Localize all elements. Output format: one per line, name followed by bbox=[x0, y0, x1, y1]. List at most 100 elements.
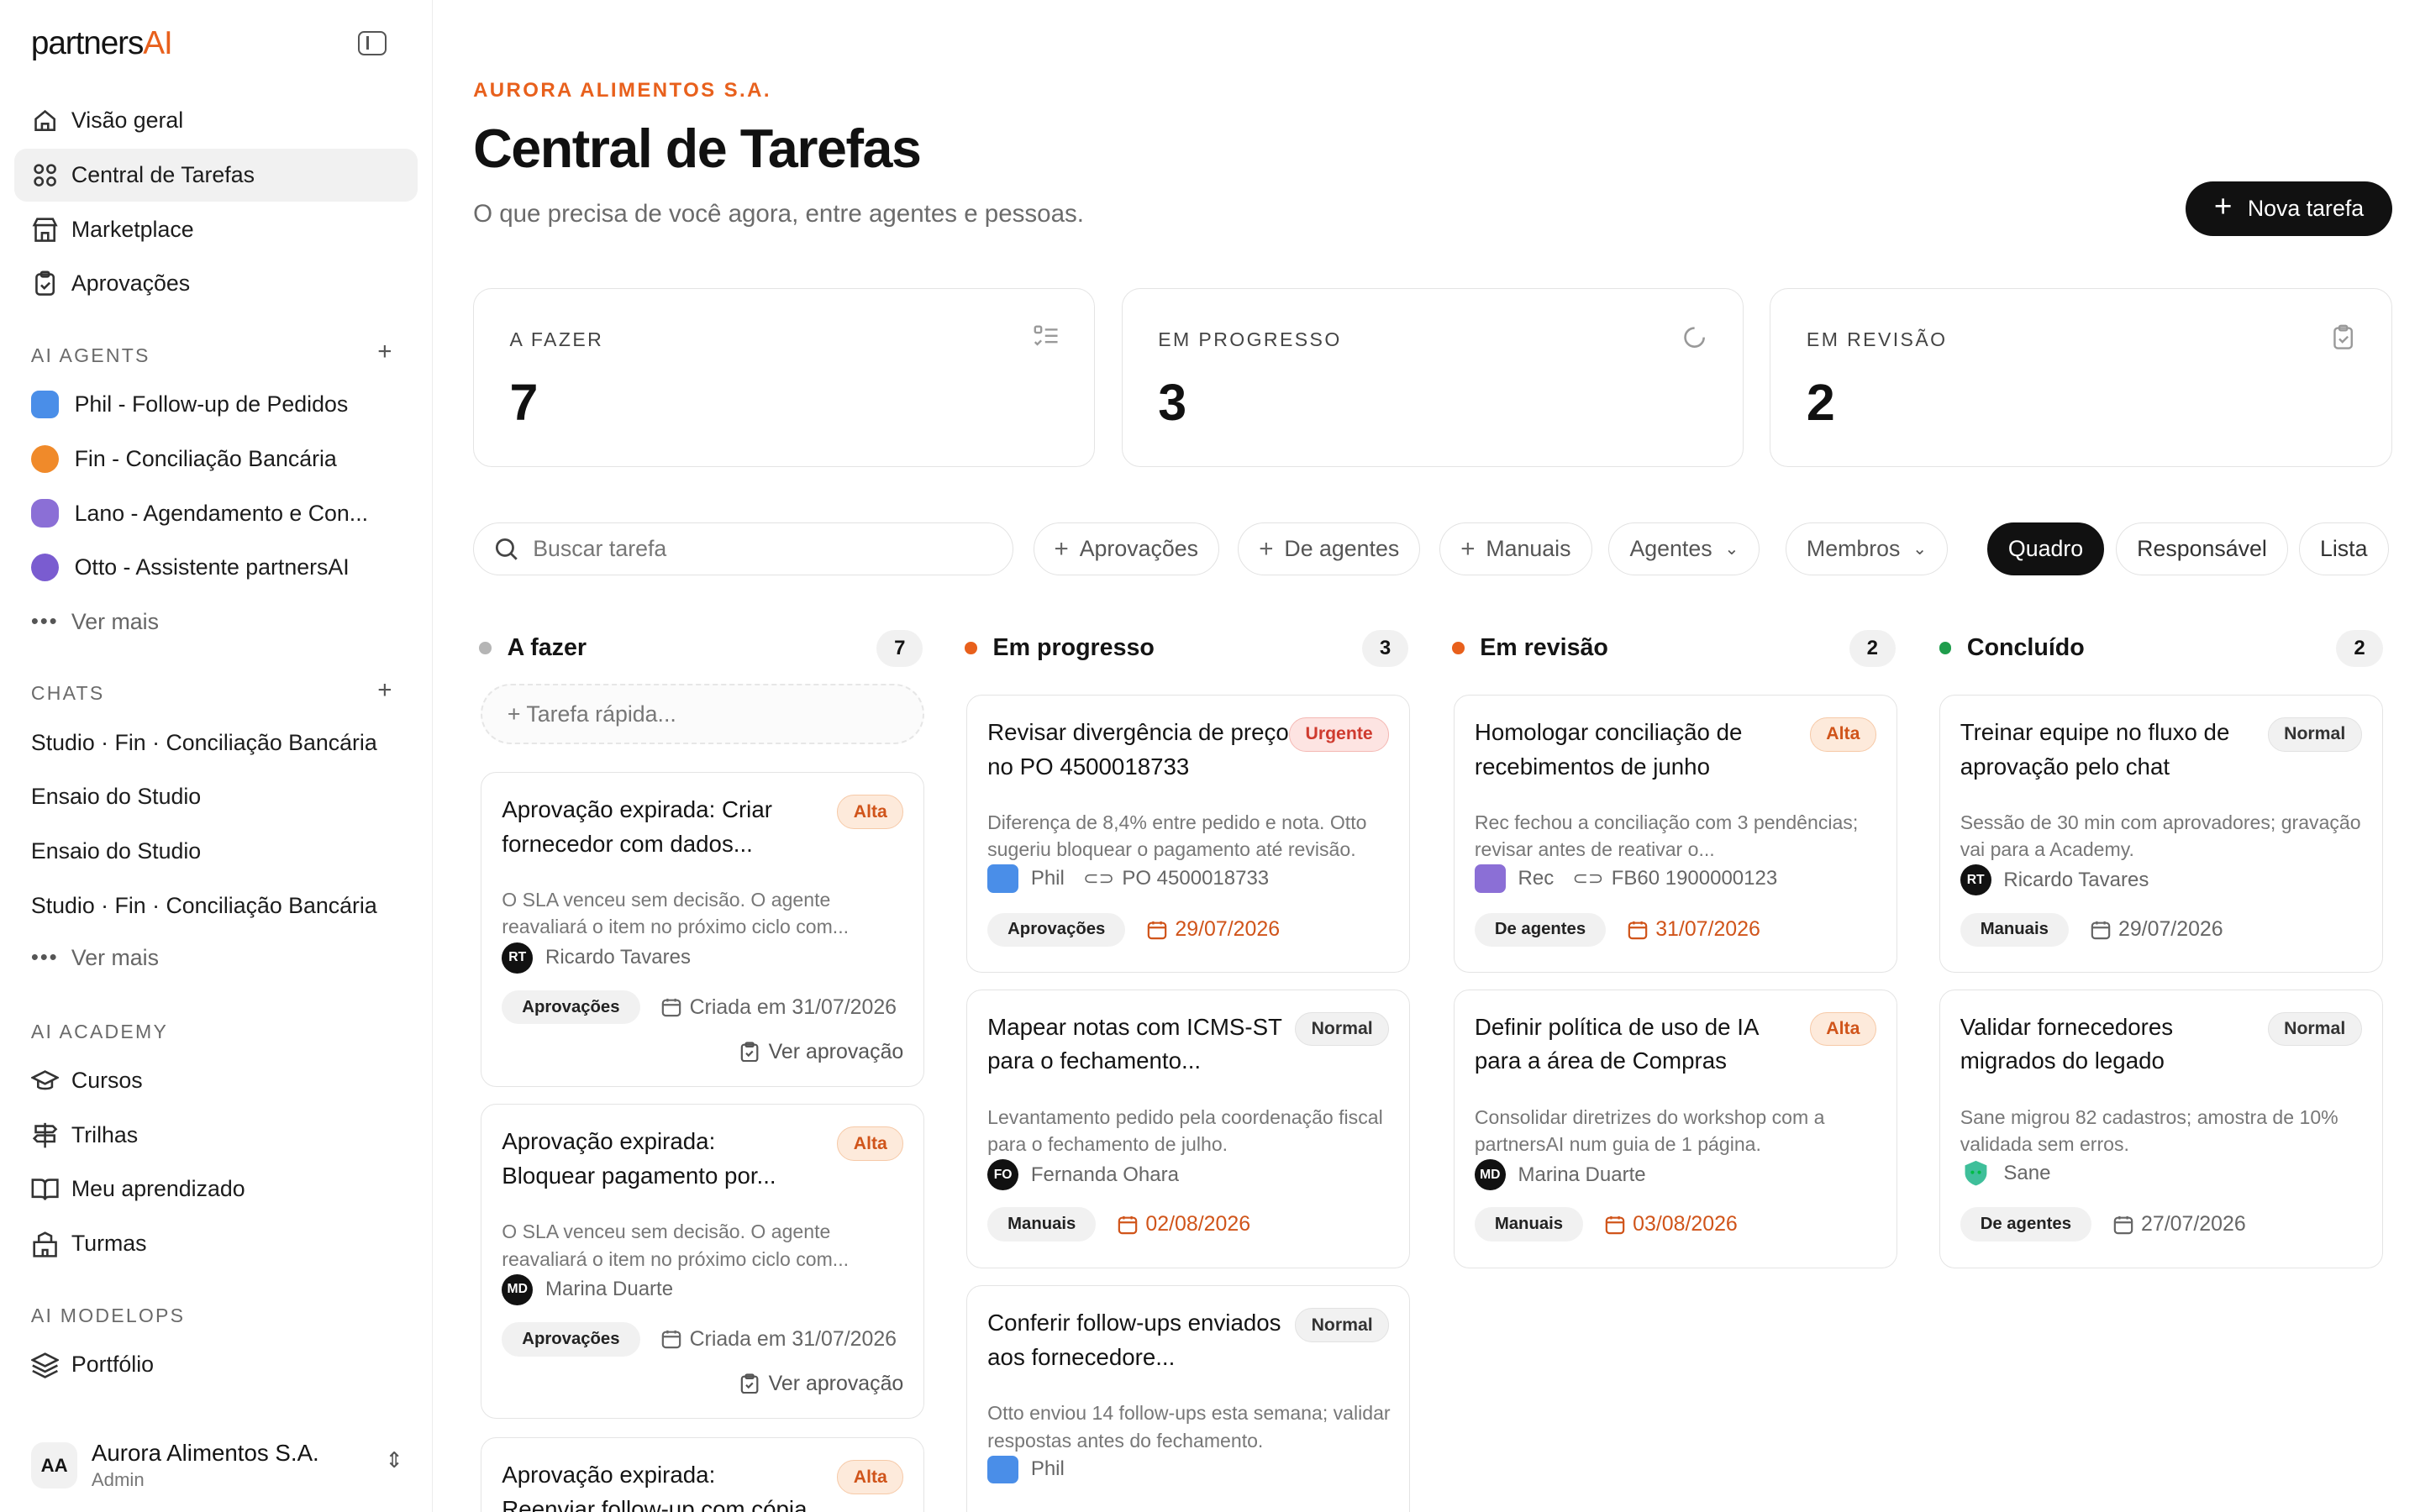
nav-label: Visão geral bbox=[71, 108, 184, 134]
nav-item-approvals[interactable]: Aprovações bbox=[14, 257, 418, 310]
nav-item-portfolio[interactable]: Portfólio bbox=[14, 1338, 418, 1391]
avatar: FO bbox=[987, 1159, 1019, 1190]
task-meta: Manuais 03/08/2026 bbox=[1474, 1207, 1738, 1242]
more-dots-icon: ••• bbox=[30, 609, 59, 633]
task-card[interactable]: Aprovação expirada: Bloquear pagamento p… bbox=[481, 1104, 925, 1420]
task-description: Sane migrou 82 cadastros; amostra de 10%… bbox=[1960, 1105, 2338, 1155]
filter-chip-approvals[interactable]: + Aprovações bbox=[1033, 522, 1219, 575]
stat-label: A FAZER bbox=[509, 328, 604, 350]
column-title: Concluído bbox=[1966, 634, 2085, 662]
avatar: RT bbox=[1960, 864, 1991, 896]
priority-badge: Normal bbox=[2267, 1011, 2362, 1047]
chat-item[interactable]: Ensaio do Studio bbox=[14, 771, 418, 824]
chat-item[interactable]: Studio · Fin · Conciliação Bancária bbox=[14, 717, 418, 769]
view-assignee-button[interactable]: Responsável bbox=[2116, 522, 2288, 575]
priority-badge: Normal bbox=[2267, 717, 2362, 752]
agent-label: Otto - Assistente partnersAI bbox=[74, 554, 350, 580]
sidebar-toggle-icon[interactable] bbox=[358, 30, 387, 56]
link-icon: ⊂⊃ bbox=[1083, 867, 1115, 889]
task-card[interactable]: Conferir follow-ups enviados aos fornece… bbox=[966, 1285, 1411, 1512]
stat-label: EM REVISÃO bbox=[1806, 328, 1948, 350]
graduation-cap-icon bbox=[30, 1070, 60, 1090]
nav-label: Marketplace bbox=[71, 216, 194, 242]
page-subtitle: O que precisa de você agora, entre agent… bbox=[473, 200, 1084, 228]
assignee-name: Ricardo Tavares bbox=[544, 946, 691, 969]
task-date: 29/07/2026 bbox=[1147, 917, 1280, 942]
org-switcher[interactable]: AA Aurora Alimentos S.A. Admin ⇕ bbox=[30, 1435, 403, 1497]
task-meta: De agentes 27/07/2026 bbox=[1960, 1207, 2246, 1242]
stat-value: 2 bbox=[1806, 374, 1835, 432]
chat-item[interactable]: Ensaio do Studio bbox=[14, 825, 418, 878]
task-card[interactable]: Treinar equipe no fluxo de aprovação pel… bbox=[1939, 695, 2383, 973]
quick-add-task-input[interactable]: + Tarefa rápida... bbox=[481, 684, 925, 745]
agent-item-phil[interactable]: Phil - Follow-up de Pedidos bbox=[14, 378, 418, 431]
view-approval-link[interactable]: Ver aprovação bbox=[740, 1372, 903, 1396]
robot-icon bbox=[30, 499, 60, 528]
add-agent-button[interactable]: + bbox=[372, 338, 397, 366]
task-card[interactable]: Homologar conciliação de recebimentos de… bbox=[1453, 695, 1897, 973]
robot-icon bbox=[30, 444, 60, 474]
nav-item-courses[interactable]: Cursos bbox=[14, 1054, 418, 1107]
view-board-button[interactable]: Quadro bbox=[1986, 522, 2105, 575]
stat-card-in-progress: EM PROGRESSO 3 bbox=[1121, 288, 1744, 467]
task-card[interactable]: Definir política de uso de IA para a áre… bbox=[1453, 989, 1897, 1269]
nav-item-marketplace[interactable]: Marketplace bbox=[14, 203, 418, 256]
filter-chip-from-agents[interactable]: + De agentes bbox=[1238, 522, 1421, 575]
column-title: A fazer bbox=[507, 634, 587, 662]
app-logo[interactable]: partnersAI bbox=[31, 25, 173, 62]
status-dot bbox=[965, 642, 978, 655]
task-card[interactable]: Validar fornecedores migrados do legado … bbox=[1939, 989, 2383, 1269]
task-title: Aprovação expirada: Reenviar follow-up c… bbox=[502, 1462, 808, 1512]
search-placeholder: Buscar tarefa bbox=[533, 536, 667, 562]
column-title: Em revisão bbox=[1480, 634, 1608, 662]
nav-item-overview[interactable]: Visão geral bbox=[14, 95, 418, 148]
plus-icon: + bbox=[2213, 189, 2233, 224]
task-assignee: Sane bbox=[1960, 1159, 2050, 1187]
column-count: 2 bbox=[1849, 629, 1896, 667]
nav-item-task-center[interactable]: Central de Tarefas bbox=[13, 149, 418, 202]
view-approval-link[interactable]: Ver aprovação bbox=[740, 1040, 903, 1064]
agent-item-lano[interactable]: Lano - Agendamento e Con... bbox=[14, 487, 418, 540]
task-title: Treinar equipe no fluxo de aprovação pel… bbox=[1960, 719, 2230, 780]
search-input[interactable]: Buscar tarefa bbox=[473, 522, 1013, 575]
column-header-in-progress: Em progresso 3 bbox=[965, 629, 1412, 667]
stat-card-todo: A FAZER 7 bbox=[473, 288, 1096, 467]
agents-dropdown[interactable]: Agentes ⌄ bbox=[1608, 522, 1760, 575]
filter-chip-manual[interactable]: + Manuais bbox=[1439, 522, 1592, 575]
task-meta: Aprovações 29/07/2026 bbox=[987, 912, 1280, 948]
view-list-button[interactable]: Lista bbox=[2298, 522, 2389, 575]
main-content: AURORA ALIMENTOS S.A. Central de Tarefas… bbox=[434, 0, 2420, 1512]
grid-icon bbox=[34, 164, 56, 186]
source-tag: De agentes bbox=[1960, 1207, 2091, 1242]
add-chat-button[interactable]: + bbox=[372, 676, 397, 705]
chevron-up-down-icon: ⇕ bbox=[385, 1449, 403, 1473]
agents-see-more[interactable]: ••• Ver mais bbox=[14, 596, 418, 648]
loader-icon bbox=[1684, 327, 1706, 348]
stat-label: EM PROGRESSO bbox=[1158, 328, 1342, 350]
task-card[interactable]: Revisar divergência de preço no PO 45000… bbox=[966, 695, 1411, 973]
task-title: Revisar divergência de preço no PO 45000… bbox=[987, 719, 1289, 780]
agent-item-otto[interactable]: Otto - Assistente partnersAI bbox=[14, 541, 418, 594]
nav-label: Central de Tarefas bbox=[71, 162, 255, 188]
task-date: 03/08/2026 bbox=[1605, 1212, 1738, 1236]
new-task-button[interactable]: + Nova tarefa bbox=[2186, 181, 2392, 236]
members-dropdown[interactable]: Membros ⌄ bbox=[1785, 522, 1949, 575]
calendar-icon bbox=[662, 998, 681, 1017]
task-card[interactable]: Aprovação expirada: Reenviar follow-up c… bbox=[481, 1437, 925, 1512]
task-title: Aprovação expirada: Bloquear pagamento p… bbox=[502, 1128, 776, 1189]
nav-item-classes[interactable]: Turmas bbox=[14, 1217, 418, 1270]
task-card[interactable]: Mapear notas com ICMS-ST para o fechamen… bbox=[966, 989, 1411, 1269]
task-date: Criada em 31/07/2026 bbox=[661, 1327, 897, 1352]
nav-label: Cursos bbox=[71, 1068, 143, 1094]
task-date: 29/07/2026 bbox=[2091, 917, 2223, 942]
task-card[interactable]: Aprovação expirada: Criar fornecedor com… bbox=[481, 772, 925, 1088]
date-text: 02/08/2026 bbox=[1145, 1212, 1251, 1236]
nav-item-tracks[interactable]: Trilhas bbox=[14, 1109, 418, 1162]
chats-see-more[interactable]: ••• Ver mais bbox=[14, 932, 418, 985]
agent-item-fin[interactable]: Fin - Conciliação Bancária bbox=[14, 433, 418, 486]
nav-item-my-learning[interactable]: Meu aprendizado bbox=[14, 1163, 418, 1216]
view-label: Lista bbox=[2319, 536, 2368, 562]
chat-item[interactable]: Studio · Fin · Conciliação Bancária bbox=[14, 879, 418, 932]
task-assignee: MD Marina Duarte bbox=[1474, 1159, 1646, 1190]
org-label: AURORA ALIMENTOS S.A. bbox=[473, 79, 771, 102]
